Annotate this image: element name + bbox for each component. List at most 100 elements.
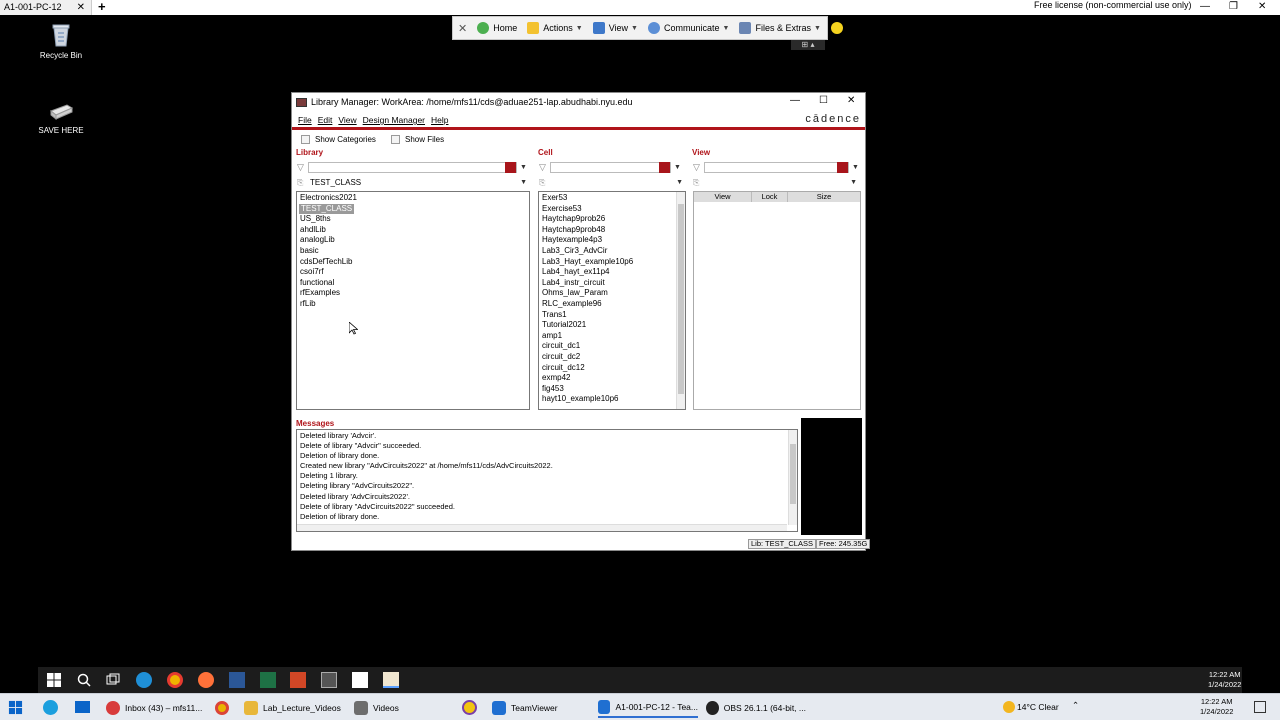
cell-list-item[interactable]: exmp42 (541, 373, 683, 384)
chevron-down-icon[interactable]: ▼ (674, 164, 681, 171)
chrome-icon[interactable] (167, 672, 183, 688)
cell-list-item[interactable]: Lab3_Hayt_example10p6 (541, 257, 683, 268)
library-manager-taskbar-icon[interactable] (383, 672, 399, 688)
new-tab-button[interactable]: + (98, 0, 106, 14)
cell-list-item[interactable]: RLC_example96 (541, 299, 683, 310)
powerpoint-icon[interactable] (290, 672, 306, 688)
remote-app-icon[interactable] (321, 672, 337, 688)
edge-icon[interactable] (136, 672, 152, 688)
chevron-down-icon[interactable]: ▼ (850, 179, 857, 186)
view-selection-row[interactable]: ⎘ ▼ (693, 176, 859, 188)
library-list[interactable]: Electronics2021 TEST_CLASS US_8ths ahdlLib a… (296, 191, 530, 410)
cell-list-item[interactable]: Exercise53 (541, 204, 683, 215)
menu-design-manager[interactable]: Design Manager (363, 115, 425, 125)
app-icon[interactable] (462, 700, 477, 715)
edge-icon[interactable] (43, 700, 58, 715)
cell-list-item[interactable]: Lab4_instr_circuit (541, 278, 683, 289)
firefox-icon[interactable] (198, 672, 214, 688)
library-list-item[interactable]: Electronics2021 (299, 193, 527, 204)
toolbar-mini-controls[interactable]: ⊞ ▴ (791, 40, 825, 50)
library-list-item[interactable]: analogLib (299, 235, 527, 246)
cell-list[interactable]: Exer53 Exercise53 Haytchap9prob26 Haytchap9… (538, 191, 686, 410)
toolbar-files-extras-button[interactable]: Files & Extras ▼ (734, 17, 825, 39)
library-list-item[interactable]: basic (299, 246, 527, 257)
show-categories-option[interactable]: Show Categories (301, 135, 376, 144)
library-list-item[interactable]: TEST_CLASS (299, 203, 355, 215)
filter-toggle-button[interactable] (659, 161, 670, 173)
library-list-item[interactable]: US_8ths (299, 214, 527, 225)
library-filter-input[interactable] (308, 161, 517, 173)
cell-list-item[interactable]: circuit_dc2 (541, 352, 683, 363)
cell-list-item[interactable]: Haytchap9prob48 (541, 225, 683, 236)
scrollbar-thumb[interactable] (678, 204, 684, 394)
chevron-up-icon[interactable]: ⌃ (1072, 700, 1079, 711)
cell-list-item[interactable]: Ohms_law_Param (541, 288, 683, 299)
filter-toggle-button[interactable] (837, 161, 848, 173)
toolbar-actions-button[interactable]: Actions ▼ (522, 17, 587, 39)
close-icon[interactable]: ✕ (77, 0, 85, 15)
remote-clock[interactable]: 12:22 AM 1/24/2022 (1208, 670, 1241, 690)
host-tab[interactable]: A1-001-PC-12 ✕ (0, 0, 92, 15)
cell-list-item[interactable]: Lab4_hayt_ex11p4 (541, 267, 683, 278)
taskbar-app-videos[interactable]: Videos (354, 698, 444, 718)
maximize-icon[interactable]: ☐ (819, 95, 828, 106)
toolbar-view-button[interactable]: View ▼ (588, 17, 643, 39)
minimize-icon[interactable]: — (1200, 0, 1210, 13)
library-list-item[interactable]: rfLib (299, 299, 527, 310)
library-selection-row[interactable]: ⎘ TEST_CLASS ▼ (297, 176, 529, 188)
chevron-down-icon[interactable]: ▼ (520, 179, 527, 186)
close-icon[interactable]: ✕ (847, 95, 855, 106)
cell-list-item[interactable]: amp1 (541, 331, 683, 342)
cell-list-item[interactable]: fig453 (541, 384, 683, 395)
cell-selection-row[interactable]: ⎘ ▼ (539, 176, 685, 188)
chevron-down-icon[interactable]: ▼ (520, 164, 527, 171)
menu-edit[interactable]: Edit (318, 115, 333, 125)
windows-start-icon[interactable] (46, 672, 62, 688)
desktop-icon-save-here[interactable]: SAVE HERE (31, 97, 91, 135)
messages-scrollbar[interactable] (788, 430, 797, 525)
desktop-icon-recycle-bin[interactable]: Recycle Bin (31, 22, 91, 60)
word-icon[interactable] (229, 672, 245, 688)
show-files-option[interactable]: Show Files (391, 135, 444, 144)
host-clock[interactable]: 12:22 AM 1/24/2022 (1200, 697, 1233, 717)
library-list-item[interactable]: functional (299, 278, 527, 289)
filter-toggle-button[interactable] (505, 161, 516, 173)
cell-list-item[interactable]: circuit_dc12 (541, 363, 683, 374)
show-files-checkbox[interactable] (391, 135, 400, 144)
library-list-item[interactable]: ahdlLib (299, 225, 527, 236)
menu-help[interactable]: Help (431, 115, 448, 125)
search-icon[interactable] (76, 672, 92, 688)
menu-view[interactable]: View (338, 115, 356, 125)
show-categories-checkbox[interactable] (301, 135, 310, 144)
library-list-item[interactable]: rfExamples (299, 288, 527, 299)
cell-list-item[interactable]: Haytchap9prob26 (541, 214, 683, 225)
toolbar-close-button[interactable]: ✕ (453, 17, 472, 39)
scrollbar-thumb[interactable] (790, 444, 796, 504)
window-titlebar[interactable]: Library Manager: WorkArea: /home/mfs11/c… (292, 93, 865, 111)
library-list-item[interactable]: csoi7rf (299, 267, 527, 278)
cell-list-item[interactable]: circuit_dc1 (541, 341, 683, 352)
windows-start-icon[interactable] (8, 700, 23, 715)
weather-text[interactable]: 14°C Clear (1017, 702, 1059, 712)
cell-list-item[interactable]: Trans1 (541, 310, 683, 321)
cell-list-item[interactable]: Haytexample4p3 (541, 235, 683, 246)
view-column-header[interactable]: View (694, 192, 752, 202)
close-window-icon[interactable]: ✕ (1258, 0, 1266, 13)
taskbar-app-remote-session[interactable]: A1-001-PC-12 - Tea... (598, 698, 698, 718)
restore-icon[interactable]: ❐ (1229, 0, 1238, 13)
excel-icon[interactable] (260, 672, 276, 688)
messages-hscrollbar[interactable] (297, 524, 787, 531)
library-list-item[interactable]: cdsDefTechLib (299, 257, 527, 268)
toolbar-home-button[interactable]: Home (472, 17, 522, 39)
messages-log[interactable]: Deleted library 'Advcir'. Delete of libra… (296, 429, 798, 532)
task-view-icon[interactable] (105, 672, 121, 688)
lock-column-header[interactable]: Lock (752, 192, 788, 202)
taskbar-app-obs[interactable]: OBS 26.1.1 (64-bit, ... (706, 698, 806, 718)
toolbar-feedback-button[interactable] (826, 17, 852, 39)
cell-list-item[interactable]: Tutorial2021 (541, 320, 683, 331)
taskbar-app-lab-videos[interactable]: Lab_Lecture_Videos (244, 698, 344, 718)
chevron-down-icon[interactable]: ▼ (676, 179, 683, 186)
notification-icon[interactable] (1254, 701, 1266, 713)
mail-icon[interactable] (75, 701, 90, 713)
view-table[interactable] (693, 191, 861, 410)
